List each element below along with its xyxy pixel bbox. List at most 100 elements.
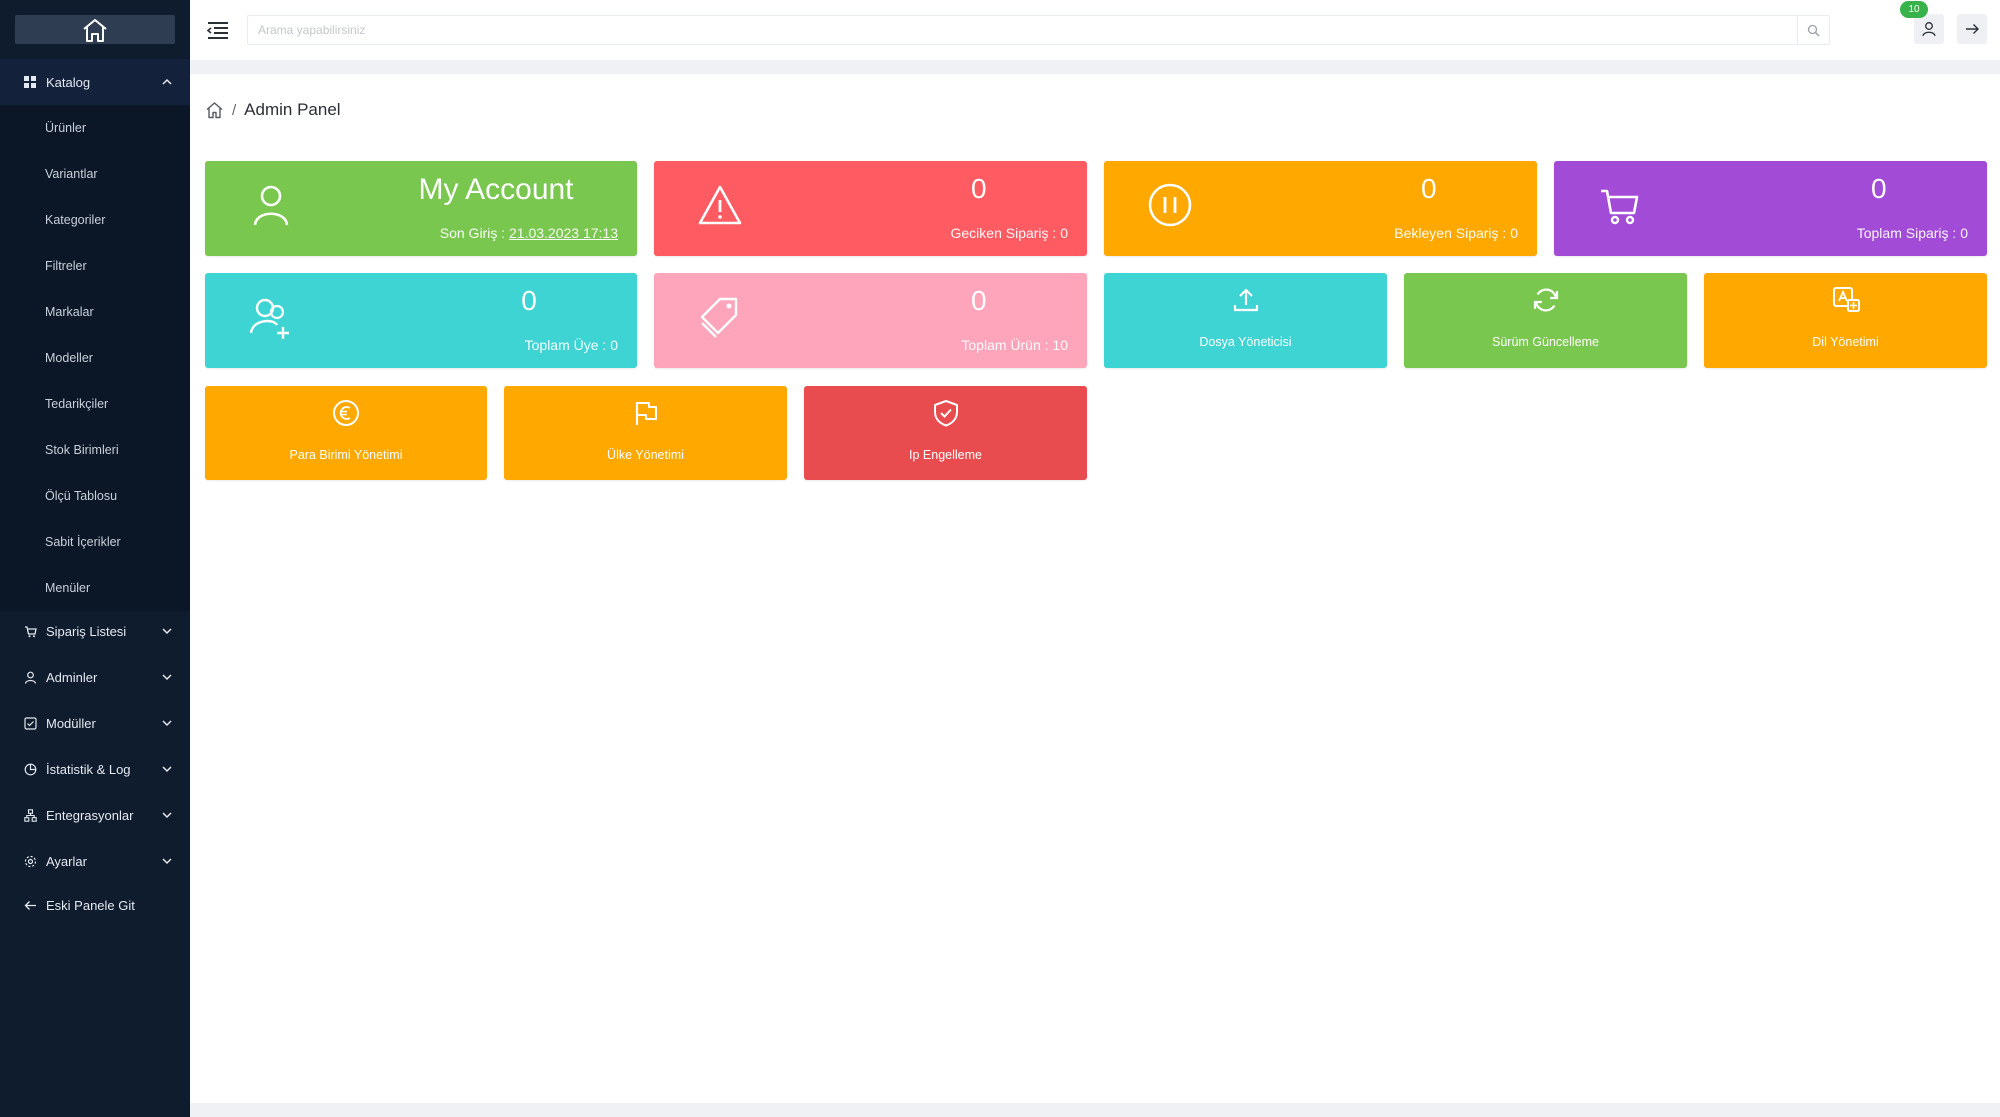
pending-orders-card[interactable]: 0 Bekleyen Sipariş : 0: [1104, 161, 1537, 256]
sidebar-item-sabit-icerikler[interactable]: Sabit İçerikler: [0, 519, 190, 565]
currency-management-button[interactable]: Para Birimi Yönetimi: [205, 386, 487, 480]
user-profile-button[interactable]: [1914, 14, 1944, 44]
total-products-value: 0: [970, 285, 987, 316]
search-input[interactable]: [248, 16, 1788, 44]
last-login-link[interactable]: 21.03.2023 17:13: [509, 225, 618, 241]
sidebar-item-label: Variantlar: [45, 167, 98, 181]
logout-button[interactable]: [1957, 14, 1987, 44]
sidebar-item-modeller[interactable]: Modeller: [0, 335, 190, 381]
chevron-down-icon: [162, 628, 172, 635]
add-user-icon: [249, 298, 289, 339]
version-update-label: Sürüm Güncelleme: [1492, 335, 1599, 349]
sidebar-item-label: Ölçü Tablosu: [45, 489, 118, 503]
total-products-label: Toplam Ürün : 10: [961, 337, 1068, 353]
arrow-left-icon: [23, 898, 37, 912]
topbar: 10: [190, 0, 2000, 60]
breadcrumb-separator: /: [232, 101, 237, 119]
user-icon: [1922, 22, 1936, 37]
ip-block-button[interactable]: Ip Engelleme: [804, 386, 1087, 480]
sidebar-item-label: Sabit İçerikler: [45, 535, 121, 549]
sidebar-section-siparis-listesi[interactable]: Sipariş Listesi: [0, 608, 190, 654]
home-icon[interactable]: [205, 101, 224, 119]
sidebar-section-eski-panel[interactable]: Eski Panele Git: [0, 882, 190, 928]
delayed-orders-card[interactable]: 0 Geciken Sipariş : 0: [654, 161, 1087, 256]
sidebar-section-entegrasyonlar[interactable]: Entegrasyonlar: [0, 792, 190, 838]
search-box: [247, 15, 1830, 45]
pending-orders-value: 0: [1420, 173, 1437, 204]
language-management-label: Dil Yönetimi: [1812, 335, 1879, 349]
cart-icon: [23, 624, 37, 638]
sidebar-item-filtreler[interactable]: Filtreler: [0, 243, 190, 289]
chevron-down-icon: [162, 766, 172, 773]
sidebar-item-variantlar[interactable]: Variantlar: [0, 151, 190, 197]
sidebar-section-istatistik-log[interactable]: İstatistik & Log: [0, 746, 190, 792]
ip-block-label: Ip Engelleme: [909, 448, 982, 462]
menu-toggle-button[interactable]: [205, 17, 231, 43]
upload-icon: [1233, 288, 1258, 312]
euro-icon: [333, 400, 359, 426]
chevron-down-icon: [162, 720, 172, 727]
sidebar-section-label: Ayarlar: [46, 853, 87, 869]
chevron-down-icon: [162, 812, 172, 819]
refresh-icon: [1533, 288, 1558, 312]
pause-icon: [1148, 183, 1192, 227]
arrow-right-icon: [1966, 24, 1979, 34]
chevron-down-icon: [162, 674, 172, 681]
delayed-orders-value: 0: [970, 173, 987, 204]
currency-management-label: Para Birimi Yönetimi: [289, 448, 403, 462]
gear-icon: [23, 854, 37, 868]
chevron-up-icon: [162, 78, 172, 85]
chevron-down-icon: [162, 858, 172, 865]
sidebar-section-label: Modüller: [46, 715, 96, 731]
user-icon: [253, 185, 289, 226]
home-button[interactable]: [15, 15, 175, 44]
pending-orders-label: Bekleyen Sipariş : 0: [1394, 225, 1518, 241]
user-icon: [23, 670, 37, 684]
sidebar-section-moduller[interactable]: Modüller: [0, 700, 190, 746]
main-content: / Admin Panel My Account Son Giriş : 21.…: [190, 74, 2000, 1103]
country-management-button[interactable]: Ülke Yönetimi: [504, 386, 787, 480]
country-management-label: Ülke Yönetimi: [607, 448, 684, 462]
total-members-card[interactable]: 0 Toplam Üye : 0: [205, 273, 637, 368]
account-title: My Account: [418, 173, 574, 206]
shield-check-icon: [933, 400, 958, 427]
sidebar-section-katalog[interactable]: Katalog: [0, 59, 190, 105]
sidebar-section-label: Eski Panele Git: [46, 897, 135, 913]
breadcrumb: / Admin Panel: [205, 100, 341, 120]
sidebar-item-label: Filtreler: [45, 259, 87, 273]
sidebar-item-urunler[interactable]: Ürünler: [0, 105, 190, 151]
checkbox-icon: [23, 716, 37, 730]
translate-icon: [1832, 287, 1860, 312]
total-members-label: Toplam Üye : 0: [524, 337, 618, 353]
total-members-value: 0: [521, 285, 537, 316]
sidebar-item-menuler[interactable]: Menüler: [0, 565, 190, 611]
total-orders-value: 0: [1870, 173, 1887, 204]
file-manager-button[interactable]: Dosya Yöneticisi: [1104, 273, 1387, 368]
my-account-card[interactable]: My Account Son Giriş : 21.03.2023 17:13: [205, 161, 637, 256]
search-button[interactable]: [1797, 16, 1829, 44]
sidebar-section-label: Entegrasyonlar: [46, 807, 134, 823]
sidebar-section-ayarlar[interactable]: Ayarlar: [0, 838, 190, 884]
language-management-button[interactable]: Dil Yönetimi: [1704, 273, 1987, 368]
tag-icon: [700, 297, 738, 338]
sidebar-section-adminler[interactable]: Adminler: [0, 654, 190, 700]
sidebar-item-olcu-tablosu[interactable]: Ölçü Tablosu: [0, 473, 190, 519]
sidebar-item-stok-birimleri[interactable]: Stok Birimleri: [0, 427, 190, 473]
total-products-card[interactable]: 0 Toplam Ürün : 10: [654, 273, 1087, 368]
search-icon: [1807, 24, 1820, 36]
sidebar-section-label: Sipariş Listesi: [46, 623, 127, 639]
sidebar-section-label: Adminler: [46, 669, 98, 685]
notification-badge: 10: [1900, 1, 1928, 18]
version-update-button[interactable]: Sürüm Güncelleme: [1404, 273, 1687, 368]
sidebar-item-markalar[interactable]: Markalar: [0, 289, 190, 335]
total-orders-label: Toplam Sipariş : 0: [1856, 225, 1968, 241]
sidebar-section-label: Katalog: [46, 74, 91, 90]
top-divider: [190, 60, 2000, 74]
sidebar-section-label: İstatistik & Log: [46, 761, 131, 777]
sidebar: Katalog Ürünler Variantlar Kategoriler F…: [0, 0, 190, 1117]
hamburger-menu-icon: [206, 22, 228, 39]
total-orders-card[interactable]: 0 Toplam Sipariş : 0: [1554, 161, 1987, 256]
sidebar-item-kategoriler[interactable]: Kategoriler: [0, 197, 190, 243]
sidebar-item-tedarikciler[interactable]: Tedarikçiler: [0, 381, 190, 427]
sidebar-item-label: Modeller: [45, 351, 93, 365]
